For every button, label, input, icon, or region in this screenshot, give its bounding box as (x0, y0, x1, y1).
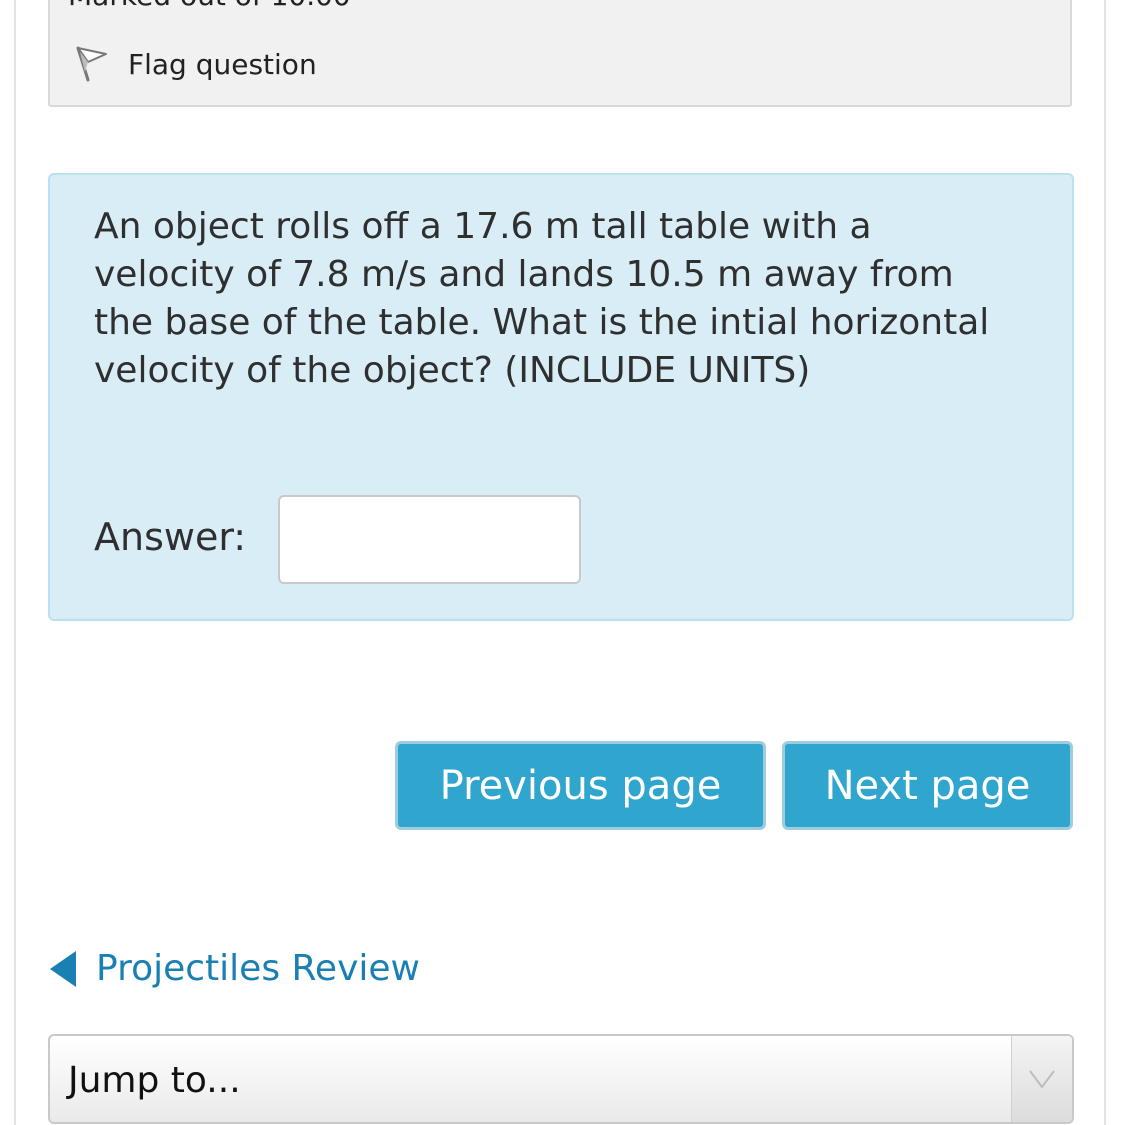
question-info-box: Marked out of 10.00 Flag question (48, 0, 1072, 107)
triangle-left-icon (50, 950, 76, 987)
question-text: An object rolls off a 17.6 m tall table … (94, 206, 990, 391)
flag-icon (74, 46, 110, 82)
flag-question-label: Flag question (128, 47, 317, 81)
jump-to-select[interactable]: Jump to... (48, 1034, 1074, 1124)
back-link-label: Projectiles Review (96, 948, 420, 989)
question-box: An object rolls off a 17.6 m tall table … (48, 173, 1074, 621)
answer-label: Answer: (94, 515, 247, 559)
chevron-down-icon (1011, 1036, 1072, 1122)
quiz-page: Marked out of 10.00 Flag question An obj… (0, 0, 1122, 1125)
right-border (1104, 0, 1106, 1125)
left-border (14, 0, 16, 1125)
next-page-button[interactable]: Next page (782, 741, 1073, 830)
jump-to-label: Jump to... (68, 1060, 241, 1101)
projectiles-review-link[interactable]: Projectiles Review (50, 948, 420, 989)
answer-input[interactable] (278, 495, 581, 584)
marked-out-text: Marked out of 10.00 (68, 0, 351, 10)
flag-question-link[interactable]: Flag question (74, 46, 317, 82)
previous-page-button[interactable]: Previous page (395, 741, 766, 830)
